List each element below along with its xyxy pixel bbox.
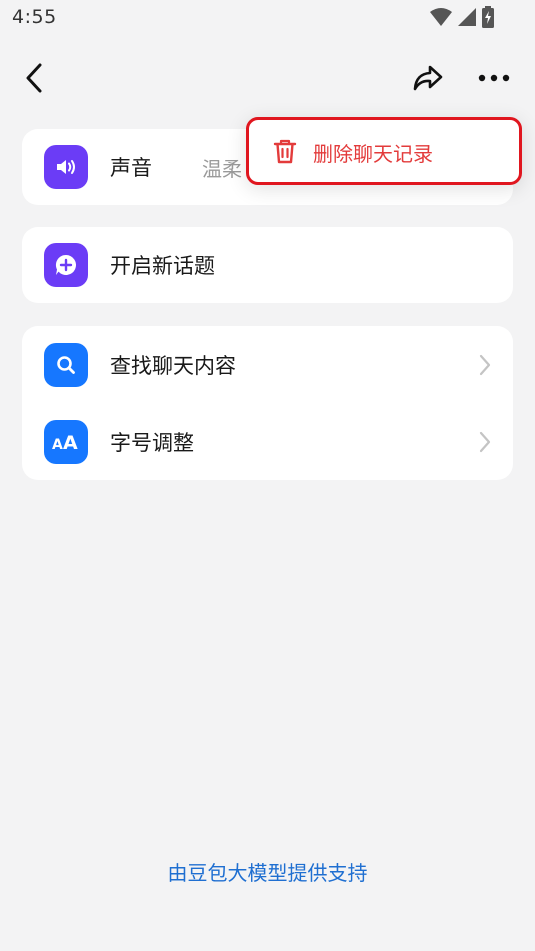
search-icon xyxy=(44,342,88,387)
more-dots-icon xyxy=(478,74,510,82)
new-topic-card: 开启新话题 xyxy=(22,227,513,303)
sound-value: 温柔 xyxy=(202,156,242,181)
status-time: 4:55 xyxy=(12,6,57,28)
trash-icon xyxy=(273,139,297,164)
svg-text:A: A xyxy=(63,432,78,454)
new-topic-row[interactable]: 开启新话题 xyxy=(22,227,513,303)
font-size-label: 字号调整 xyxy=(110,430,194,455)
font-size-row[interactable]: A A 字号调整 xyxy=(22,403,513,480)
search-chat-label: 查找聊天内容 xyxy=(110,353,236,378)
chevron-right-icon xyxy=(477,430,493,454)
back-button[interactable] xyxy=(16,58,52,98)
share-icon xyxy=(413,65,443,91)
wifi-icon xyxy=(429,7,453,27)
delete-history-label: 删除聊天记录 xyxy=(313,142,433,166)
status-bar: 4:55 xyxy=(0,0,535,40)
status-icons xyxy=(429,6,495,28)
font-size-icon: A A xyxy=(44,419,88,464)
tools-card: 查找聊天内容 A A 字号调整 xyxy=(22,326,513,480)
signal-icon xyxy=(457,7,477,27)
speaker-icon xyxy=(44,145,88,189)
search-chat-row[interactable]: 查找聊天内容 xyxy=(22,326,513,403)
chat-plus-icon xyxy=(44,243,88,287)
delete-history-menu-item[interactable]: 删除聊天记录 xyxy=(246,117,522,185)
sound-label: 声音 xyxy=(110,156,152,180)
more-button[interactable] xyxy=(474,58,514,98)
powered-by-link[interactable]: 由豆包大模型提供支持 xyxy=(0,857,535,886)
new-topic-label: 开启新话题 xyxy=(110,254,215,278)
svg-text:A: A xyxy=(52,437,63,453)
share-button[interactable] xyxy=(408,58,448,98)
chevron-left-icon xyxy=(26,63,42,93)
battery-charging-icon xyxy=(481,6,495,28)
chevron-right-icon xyxy=(477,353,493,377)
